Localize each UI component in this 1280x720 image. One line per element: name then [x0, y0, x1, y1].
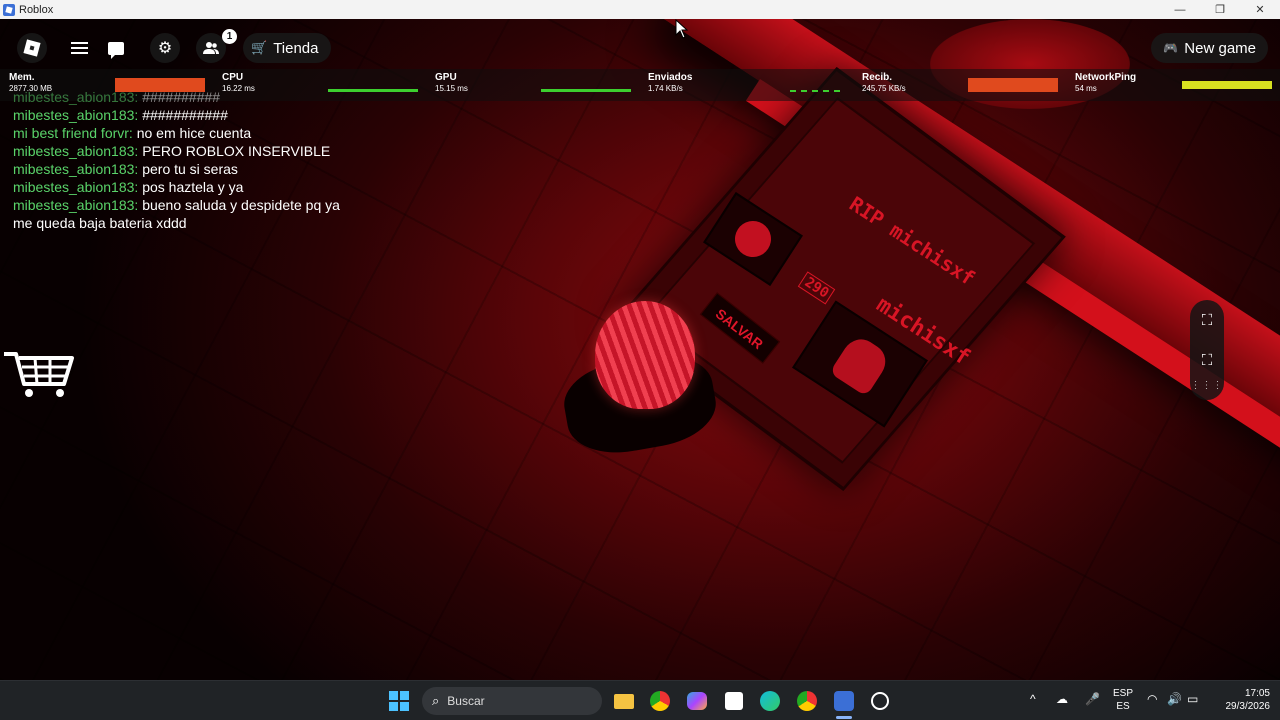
chat-message: mibestes_abion183: pos haztela y ya [13, 178, 433, 196]
taskbar-search[interactable]: ⌕ Buscar [422, 687, 602, 715]
onedrive-icon[interactable]: ☁ [1056, 693, 1068, 706]
roblox-app-icon [3, 3, 15, 16]
gpu-graph [541, 78, 631, 92]
keyboard-code: ES [1116, 701, 1130, 712]
capture-button[interactable]: ⛶ [1190, 340, 1224, 380]
window-title: Roblox [19, 3, 54, 16]
copilot-icon[interactable] [685, 689, 709, 713]
chat-log: mibestes_abion183: ########## mibestes_a… [13, 88, 433, 232]
gear-icon: ⚙ [157, 40, 173, 57]
volume-icon[interactable]: 🔊 [1167, 693, 1182, 706]
active-app-indicator [836, 716, 852, 719]
chat-message: mibestes_abion183: ########### [13, 106, 433, 124]
drag-grip-icon[interactable]: ⋮⋮⋮ [1190, 380, 1224, 391]
chat-username: mibestes_abion183: [13, 89, 139, 105]
language-code: ESP [1112, 688, 1133, 699]
clock[interactable]: 17:05 29/3/2026 [1212, 687, 1271, 713]
gamepad-icon: 🎮 [1163, 41, 1179, 55]
window-controls: — ❐ ✕ [1160, 0, 1280, 19]
chrome-icon[interactable] [648, 689, 672, 713]
people-icon [203, 42, 219, 54]
chat-message: mibestes_abion183: bueno saluda y despid… [13, 196, 433, 214]
screenshot-icon: ⛶ [1201, 311, 1213, 329]
chat-username: mibestes_abion183: [13, 143, 139, 159]
chat-text: no em hice cuenta [136, 125, 252, 141]
language-indicator[interactable]: ESP ES [1110, 687, 1136, 713]
chat-message: mibestes_abion183: pero tu si seras [13, 160, 433, 178]
roblox-logo-icon [23, 39, 41, 57]
roblox-taskbar-icon[interactable] [832, 689, 856, 713]
chat-text: bueno saluda y despidete pq ya [142, 197, 340, 213]
roblox-window: Roblox — ❐ ✕ RIP michisxf 290 michisxf S… [0, 0, 1280, 720]
chat-message: me queda baja bateria xddd [13, 214, 433, 232]
close-button[interactable]: ✕ [1240, 0, 1280, 19]
search-icon: ⌕ [432, 693, 440, 708]
file-explorer-icon[interactable] [612, 689, 636, 713]
menu-button[interactable] [64, 33, 94, 63]
friends-notification-badge: 1 [222, 29, 237, 44]
mouse-cursor-icon [675, 19, 689, 39]
chat-username: mi best friend forvr: [13, 125, 133, 141]
settings-button[interactable]: ⚙ [150, 33, 180, 63]
chat-message: mi best friend forvr: no em hice cuenta [13, 124, 433, 142]
new-game-button[interactable]: 🎮 New game [1151, 33, 1268, 63]
edge-icon[interactable] [758, 689, 782, 713]
shop-label: Tienda [273, 39, 319, 57]
hamburger-icon [70, 39, 88, 57]
chat-text: ########## [142, 89, 221, 105]
clock-date: 29/3/2026 [1225, 701, 1271, 712]
player-avatar-hair [595, 301, 695, 409]
microphone-icon[interactable]: 🎤 [1085, 693, 1100, 706]
wifi-icon[interactable]: ◠ [1147, 693, 1157, 706]
sent-graph [790, 78, 840, 92]
stat-received: Recib. 245.75 KB/s [862, 72, 1062, 100]
chat-text: PERO ROBLOX INSERVIBLE [142, 143, 331, 159]
roblox-menu-button[interactable] [17, 33, 47, 63]
capture-toolbar: ⛶ ⛶ ⋮⋮⋮ [1190, 300, 1224, 400]
chat-icon [108, 41, 124, 59]
ping-graph [1182, 81, 1272, 89]
chrome-profile-icon[interactable] [795, 689, 819, 713]
chat-username: mibestes_abion183: [13, 197, 139, 213]
chat-message: mibestes_abion183: ########## [13, 88, 433, 106]
stat-sent: Enviados 1.74 KB/s [648, 72, 848, 100]
battery-icon[interactable]: ▭ [1187, 693, 1198, 706]
shop-button[interactable]: 🛒 Tienda [243, 33, 331, 63]
chat-text: me queda baja bateria xddd [13, 215, 187, 231]
chat-button[interactable] [101, 33, 131, 63]
chat-text: pero tu si seras [142, 161, 238, 177]
received-graph [968, 78, 1058, 92]
windows-start-icon[interactable] [387, 689, 411, 713]
chat-username: mibestes_abion183: [13, 107, 139, 123]
stat-network-ping: NetworkPing 54 ms [1075, 72, 1275, 100]
chat-message: mibestes_abion183: PERO ROBLOX INSERVIBL… [13, 142, 433, 160]
chat-username: mibestes_abion183: [13, 161, 139, 177]
clock-time: 17:05 [1244, 688, 1270, 699]
new-game-label: New game [1184, 39, 1256, 57]
search-placeholder: Buscar [447, 694, 485, 708]
basket-icon: 🛒 [251, 40, 268, 55]
camera-frame-icon: ⛶ [1201, 351, 1213, 369]
chat-username: mibestes_abion183: [13, 179, 139, 195]
store-icon[interactable] [722, 689, 746, 713]
minimize-button[interactable]: — [1160, 0, 1200, 19]
chat-text: pos haztela y ya [142, 179, 244, 195]
maximize-button[interactable]: ❐ [1200, 0, 1240, 19]
screenshot-button[interactable]: ⛶ [1190, 300, 1224, 340]
tray-overflow-icon[interactable]: ^ [1030, 693, 1036, 706]
shopping-cart-icon[interactable] [2, 350, 76, 400]
chat-text: ########### [142, 107, 228, 123]
recorder-icon[interactable] [868, 689, 892, 713]
stat-gpu: GPU 15.15 ms [435, 72, 635, 100]
windows-taskbar: ⌕ Buscar ^ ☁ 🎤 ESP ES ◠ 🔊 ▭ 17:05 29/3/2… [0, 680, 1280, 720]
window-titlebar: Roblox — ❐ ✕ [0, 0, 1280, 19]
